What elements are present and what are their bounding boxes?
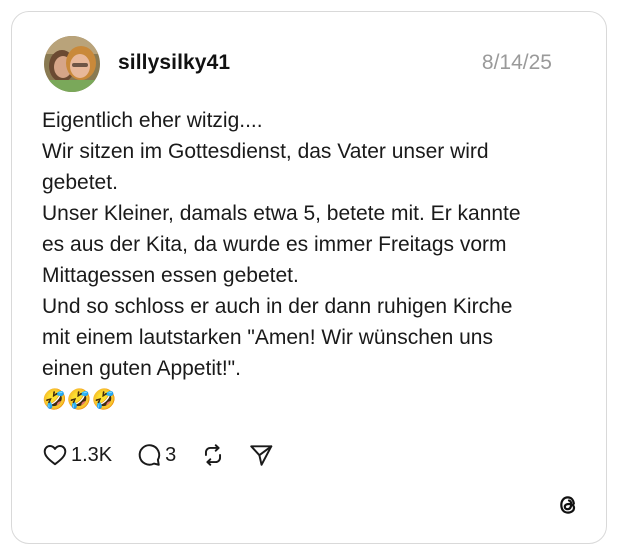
post-text-line: Mittagessen essen gebetet. [42,264,299,287]
post-card: sillysilky41 8/14/25 Eigentlich eher wit… [11,11,607,544]
post-date: 8/14/25 [481,51,552,74]
share-button[interactable] [248,442,274,468]
send-icon [250,445,273,466]
repost-icon [205,444,222,466]
reply-count: 3 [165,443,177,466]
like-count: 1.3K [71,443,113,466]
post-text-line: Und so schloss er auch in der dann ruhig… [42,295,513,318]
like-button[interactable]: 1.3K [42,442,112,468]
post-text-line: Eigentlich eher witzig.... [42,109,263,132]
repost-button[interactable] [200,442,226,468]
threads-logo-icon [560,496,576,514]
avatar-photo [44,36,100,92]
post-text-line: einen guten Appetit!". [42,357,241,380]
username[interactable]: sillysilky41 [118,51,230,75]
threads-logo-icon[interactable] [556,493,580,517]
post-text-line: es aus der Kita, da wurde es immer Freit… [42,233,507,256]
post-text-line: Wir sitzen im Gottesdienst, das Vater un… [42,140,489,163]
avatar[interactable] [44,36,100,92]
reply-button[interactable]: 3 [136,442,176,468]
post-text-line: gebetet. [42,171,118,194]
post-text-line: mit einem lautstarken "Amen! Wir wünsche… [42,326,493,349]
heart-icon [43,445,67,466]
comment-bubble-icon [138,444,161,466]
laughing-emojis: 🤣🤣🤣 [42,387,117,411]
post-body: Eigentlich eher witzig.... Wir sitzen im… [42,105,582,415]
post-text-line: Unser Kleiner, damals etwa 5, betete mit… [42,202,521,225]
post-actions: 1.3K 3 [42,441,274,469]
